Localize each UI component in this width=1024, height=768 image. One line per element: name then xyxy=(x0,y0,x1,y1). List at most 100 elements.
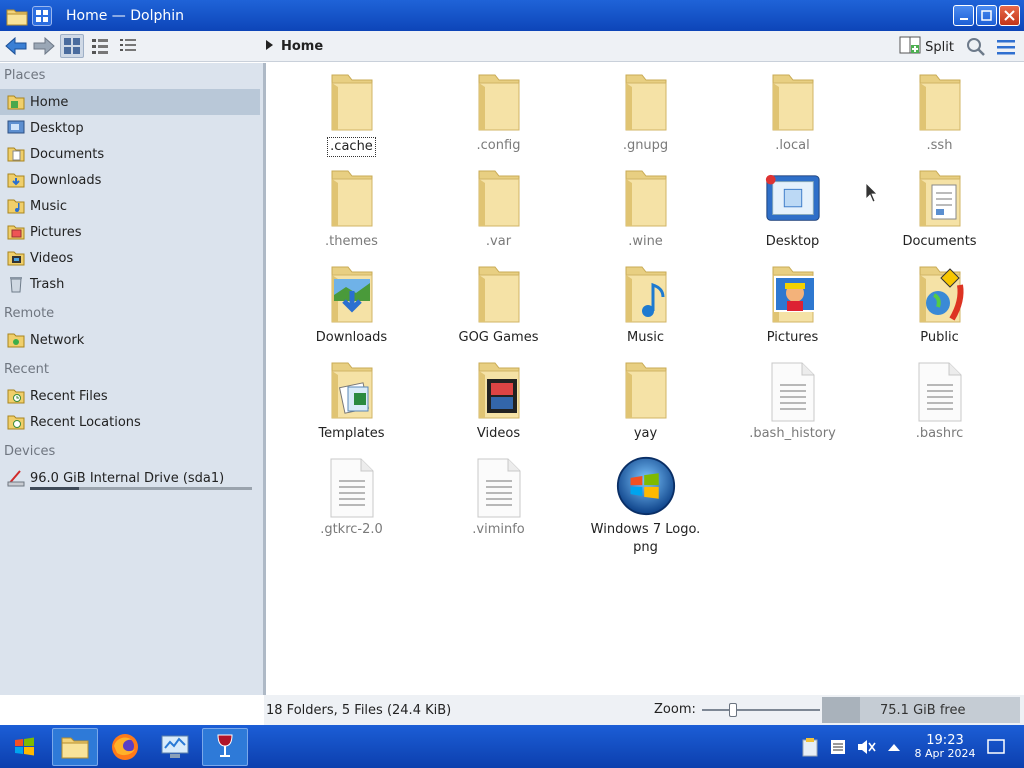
forward-arrow-icon[interactable] xyxy=(32,34,56,58)
chevron-right-icon[interactable] xyxy=(266,39,273,54)
window-menu-icon[interactable] xyxy=(32,5,52,26)
search-icon[interactable] xyxy=(964,35,988,59)
folder-item[interactable]: .cache xyxy=(278,69,425,165)
folder-item[interactable]: GOG Games xyxy=(425,261,572,357)
item-label: .viminfo xyxy=(472,522,525,537)
item-label: Music xyxy=(627,330,664,345)
folder-item[interactable]: Music xyxy=(572,261,719,357)
folder-item[interactable]: Documents xyxy=(866,165,1013,261)
file-view[interactable]: .cache .config .gnupg .local .ssh .themes .var… xyxy=(266,63,1024,695)
item-label: .local xyxy=(775,138,810,153)
item-label: .themes xyxy=(325,234,378,249)
item-label: .var xyxy=(485,234,512,249)
recent-files-icon xyxy=(6,386,26,406)
close-button[interactable] xyxy=(999,5,1020,26)
show-desktop-icon[interactable] xyxy=(982,733,1010,761)
used-space-fill xyxy=(822,697,860,723)
icons-view-button[interactable] xyxy=(60,34,84,58)
split-button[interactable]: Split xyxy=(899,35,954,59)
file-item[interactable]: .gtkrc-2.0 xyxy=(278,453,425,549)
file-item[interactable]: Windows 7 Logo. png xyxy=(572,453,719,555)
folder-item[interactable]: .ssh xyxy=(866,69,1013,165)
folder-item[interactable]: .var xyxy=(425,165,572,261)
sidebar-item-documents[interactable]: Documents xyxy=(0,141,260,167)
taskbar-firefox[interactable] xyxy=(102,728,148,766)
taskbar-dolphin[interactable] xyxy=(52,727,98,766)
folder-item[interactable]: yay xyxy=(572,357,719,453)
folder-item[interactable]: .themes xyxy=(278,165,425,261)
sidebar-item-videos[interactable]: Videos xyxy=(0,245,260,271)
file-item[interactable]: .bash_history xyxy=(719,357,866,453)
split-view-icon xyxy=(899,35,921,59)
dolphin-folder-icon[interactable] xyxy=(6,6,28,26)
sidebar-item-pictures[interactable]: Pictures xyxy=(0,219,260,245)
folder-item[interactable]: Videos xyxy=(425,357,572,453)
pictures-folder-icon xyxy=(763,261,823,327)
folder-folder-icon xyxy=(322,69,382,135)
item-label: .config xyxy=(476,138,521,153)
item-label: yay xyxy=(633,426,658,441)
sidebar-item-label: Recent Locations xyxy=(30,414,141,430)
sidebar-item-downloads[interactable]: Downloads xyxy=(0,167,260,193)
sidebar-item-label: Desktop xyxy=(30,120,84,136)
zoom-slider-handle[interactable] xyxy=(729,702,738,717)
desktop-folder-icon xyxy=(763,165,823,231)
section-recent: Recent xyxy=(4,362,49,377)
folder-item[interactable]: Downloads xyxy=(278,261,425,357)
item-label: Videos xyxy=(476,426,521,441)
folder-item[interactable]: .config xyxy=(425,69,572,165)
free-space-indicator[interactable]: 75.1 GiB free xyxy=(822,697,1020,723)
sidebar-item-label: Recent Files xyxy=(30,388,108,404)
templates-folder-icon xyxy=(322,357,382,423)
details-view-button[interactable] xyxy=(116,34,140,58)
sidebar-item-music[interactable]: Music xyxy=(0,193,260,219)
taskbar-clock[interactable]: 19:23 8 Apr 2024 xyxy=(908,734,982,760)
zoom-slider[interactable] xyxy=(701,702,820,717)
volume-muted-icon[interactable] xyxy=(852,733,880,761)
taskbar-wine[interactable] xyxy=(202,727,248,766)
taskbar-system-monitor[interactable] xyxy=(152,728,198,766)
file-item[interactable]: .viminfo xyxy=(425,453,572,549)
desktop-icon xyxy=(6,118,26,138)
sidebar-item-recent-files[interactable]: Recent Files xyxy=(0,383,260,409)
sidebar-item-recent-locations[interactable]: Recent Locations xyxy=(0,409,260,435)
item-label: Downloads xyxy=(315,330,388,345)
maximize-button[interactable] xyxy=(976,5,997,26)
sidebar-item-desktop[interactable]: Desktop xyxy=(0,115,260,141)
folder-folder-icon xyxy=(763,69,823,135)
sidebar-item-label: Pictures xyxy=(30,224,82,240)
folder-folder-icon xyxy=(469,69,529,135)
folder-item[interactable]: Desktop xyxy=(719,165,866,261)
folder-item[interactable]: Public xyxy=(866,261,1013,357)
trash-icon xyxy=(6,274,26,294)
tray-expand-icon[interactable] xyxy=(880,733,908,761)
sidebar-item-96-0-gib-internal-drive-sda1[interactable]: 96.0 GiB Internal Drive (sda1) xyxy=(0,465,260,491)
folder-item[interactable]: .local xyxy=(719,69,866,165)
status-bar: 18 Folders, 5 Files (24.4 KiB) Zoom: 75.… xyxy=(264,695,1024,725)
minimize-button[interactable] xyxy=(953,5,974,26)
file-item[interactable]: .bashrc xyxy=(866,357,1013,453)
notes-tray-icon[interactable] xyxy=(824,733,852,761)
sidebar-item-home[interactable]: Home xyxy=(0,89,260,115)
sidebar-item-label: Network xyxy=(30,332,85,348)
sidebar-item-network[interactable]: Network xyxy=(0,327,260,353)
breadcrumb-home[interactable]: Home xyxy=(281,39,323,54)
hamburger-menu-icon[interactable] xyxy=(994,35,1018,59)
clipboard-tray-icon[interactable] xyxy=(796,733,824,761)
sidebar-item-label: Home xyxy=(30,94,69,110)
folder-item[interactable]: .wine xyxy=(572,165,719,261)
sidebar-item-trash[interactable]: Trash xyxy=(0,271,260,297)
window-title: Home — Dolphin xyxy=(66,7,185,24)
item-label: Templates xyxy=(318,426,385,441)
sidebar-item-label: 96.0 GiB Internal Drive (sda1) xyxy=(30,470,225,486)
network-icon xyxy=(6,330,26,350)
section-places: Places xyxy=(4,68,46,83)
folder-folder-icon xyxy=(616,69,676,135)
videos-folder-icon xyxy=(469,357,529,423)
start-button[interactable] xyxy=(2,728,48,766)
compact-view-button[interactable] xyxy=(88,34,112,58)
folder-item[interactable]: .gnupg xyxy=(572,69,719,165)
folder-item[interactable]: Templates xyxy=(278,357,425,453)
back-arrow-icon[interactable] xyxy=(4,34,28,58)
folder-item[interactable]: Pictures xyxy=(719,261,866,357)
